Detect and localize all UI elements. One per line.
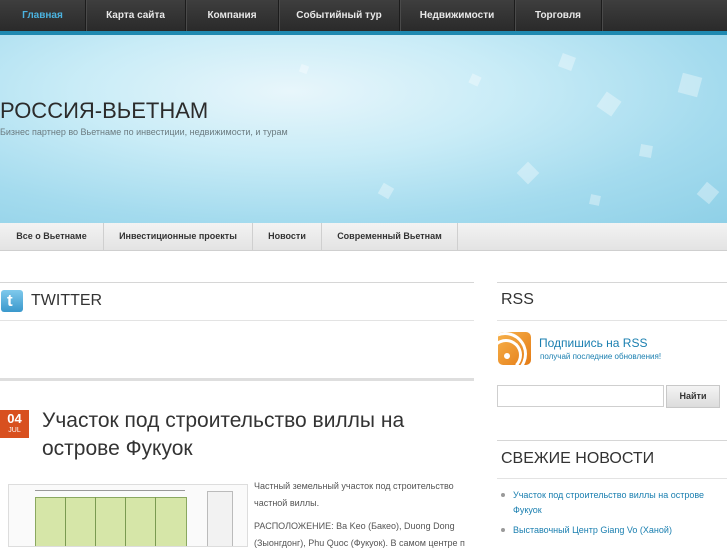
news-item-link[interactable]: Выставочный Центр Giang Vo (Ханой) — [513, 525, 672, 535]
twitter-widget-title: TWITTER — [31, 292, 103, 309]
nav-item-real-estate[interactable]: Недвижимости — [400, 0, 515, 31]
nav-item-company[interactable]: Компания — [186, 0, 279, 31]
divider — [0, 378, 474, 381]
subnav-item-modern-vietnam[interactable]: Современный Вьетнам — [322, 223, 458, 250]
site-plan-image — [35, 497, 187, 546]
banner-decoration — [589, 194, 601, 206]
rss-icon[interactable] — [498, 332, 531, 365]
banner-decoration — [558, 53, 576, 71]
search-button[interactable]: Найти — [666, 385, 720, 408]
plan-divider — [155, 497, 156, 546]
plan-divider — [65, 497, 66, 546]
plan-divider — [95, 497, 96, 546]
post-date-day: 04 — [7, 411, 22, 426]
bullet-icon — [501, 493, 505, 497]
post-excerpt-paragraph: Частный земельный участок под строительс… — [254, 481, 454, 508]
post-date-month: JUL — [8, 427, 21, 434]
news-list: Участок под строительство виллы на остро… — [499, 488, 723, 543]
divider — [0, 320, 474, 321]
news-widget-title: СВЕЖИЕ НОВОСТИ — [501, 450, 655, 467]
banner-decoration — [696, 181, 720, 205]
banner-decoration — [677, 72, 703, 98]
subnav-item-news[interactable]: Новости — [253, 223, 322, 250]
post-date-badge: 04 JUL — [0, 410, 29, 438]
news-list-item[interactable]: Выставочный Центр Giang Vo (Ханой) — [499, 523, 723, 538]
banner-decoration — [377, 182, 395, 200]
banner-decoration — [468, 73, 482, 87]
rss-subscribe-link[interactable]: Подпишись на RSS — [539, 336, 647, 350]
post-thumbnail[interactable] — [8, 484, 248, 547]
elevation-drawing — [207, 491, 233, 546]
plan-divider — [125, 497, 126, 546]
news-widget-header: СВЕЖИЕ НОВОСТИ — [497, 440, 727, 479]
nav-item-home[interactable]: Главная — [0, 0, 86, 31]
rss-subtitle: получай последние обновления! — [540, 352, 662, 361]
rss-widget-title: RSS — [501, 291, 534, 308]
twitter-icon[interactable]: t — [1, 290, 23, 312]
post-title[interactable]: Участок под строительство виллы на остро… — [42, 407, 472, 463]
site-title[interactable]: РОССИЯ-ВЬЕТНАМ — [0, 98, 208, 124]
search-input[interactable] — [497, 385, 664, 407]
nav-item-trade[interactable]: Торговля — [515, 0, 602, 31]
plan-dimension-line — [35, 490, 185, 491]
banner-decoration — [639, 144, 653, 158]
banner-decoration — [298, 63, 310, 75]
post-excerpt: Частный земельный участок под строительс… — [254, 478, 472, 552]
news-item-link[interactable]: Участок под строительство виллы на остро… — [513, 490, 704, 515]
site-tagline: Бизнес партнер во Вьетнаме по инвестиции… — [0, 127, 288, 137]
banner-decoration — [596, 91, 622, 117]
subnav-item-investment-projects[interactable]: Инвестиционные проекты — [104, 223, 253, 250]
banner-decoration — [516, 161, 540, 185]
secondary-navigation: Все о Вьетнаме Инвестиционные проекты Но… — [0, 223, 727, 251]
news-list-item[interactable]: Участок под строительство виллы на остро… — [499, 488, 723, 518]
twitter-widget: t TWITTER — [0, 282, 474, 379]
bullet-icon — [501, 528, 505, 532]
subnav-item-about-vietnam[interactable]: Все о Вьетнаме — [0, 223, 104, 250]
nav-item-sitemap[interactable]: Карта сайта — [86, 0, 186, 31]
post-excerpt-paragraph: РАСПОЛОЖЕНИЕ: Ba Keo (Бакео), Duong Dong… — [254, 521, 465, 548]
nav-item-event-tour[interactable]: Событийный тур — [279, 0, 400, 31]
rss-widget-header: RSS — [497, 282, 727, 321]
top-navigation: Главная Карта сайта Компания Событийный … — [0, 0, 727, 35]
